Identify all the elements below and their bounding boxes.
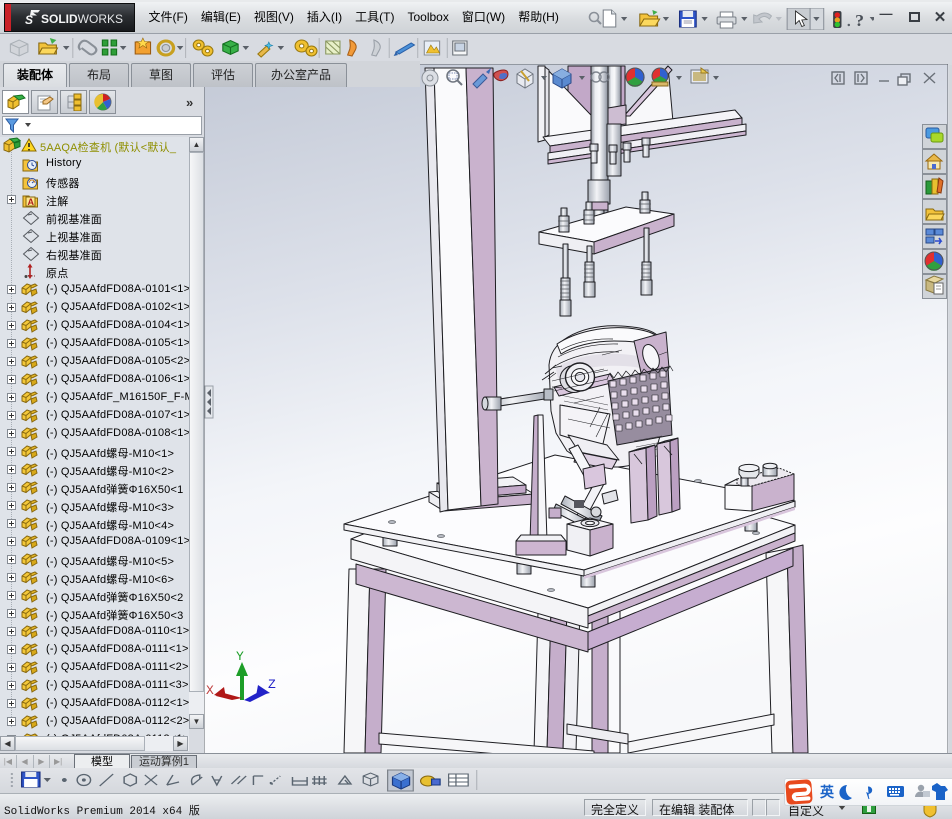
svg-text:SOLIDWORKS: SOLIDWORKS [41,12,123,26]
svg-text:Y: Y [236,649,244,664]
svg-text:A: A [28,197,35,207]
svg-text:英: 英 [819,784,835,800]
svg-text:S: S [25,13,33,27]
svg-text:Z: Z [268,677,276,692]
svg-text:X: X [206,683,214,698]
svg-text:?: ? [855,11,864,30]
